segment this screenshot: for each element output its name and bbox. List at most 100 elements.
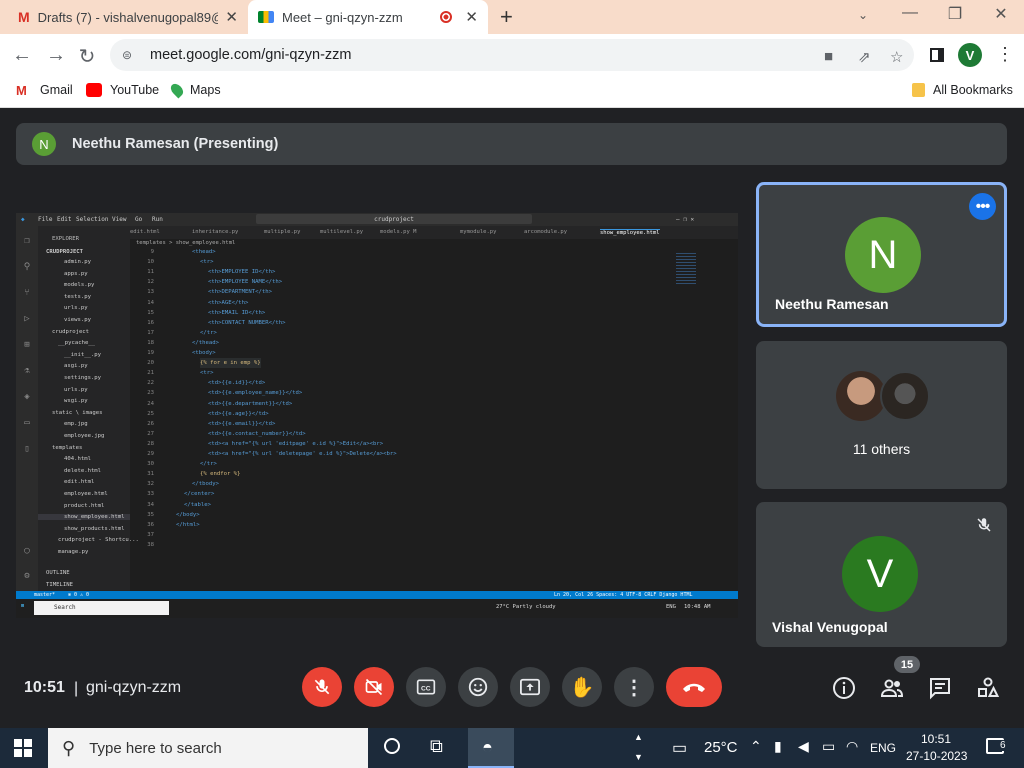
- tab-gmail[interactable]: M Drafts (7) - vishalvenugopal89@ ✕: [8, 0, 248, 34]
- file-item: settings.py: [64, 375, 102, 381]
- participant-tile-self[interactable]: V Vishal Venugopal: [756, 502, 1007, 647]
- scroll-up-icon[interactable]: ▲: [634, 732, 643, 742]
- battery-icon[interactable]: ▭: [822, 738, 835, 755]
- new-tab-icon[interactable]: +: [500, 4, 513, 30]
- line-number: 18: [147, 339, 154, 346]
- presenter-bar: N Neethu Ramesan (Presenting): [16, 123, 1007, 165]
- back-icon[interactable]: ←: [10, 44, 34, 67]
- wifi-icon[interactable]: ◠: [846, 738, 858, 755]
- hand-icon: ✋: [569, 676, 595, 699]
- bookmark-star-icon[interactable]: ☆: [890, 48, 903, 66]
- mic-toggle-button[interactable]: [302, 667, 342, 707]
- more-options-button[interactable]: ⋮: [614, 667, 654, 707]
- cortana-icon[interactable]: [384, 738, 400, 754]
- windows-start-icon[interactable]: [14, 739, 32, 757]
- bookmark-maps[interactable]: Maps: [168, 81, 221, 99]
- people-icon[interactable]: [880, 676, 904, 700]
- participant-tile-presenter[interactable]: ••• N Neethu Ramesan: [756, 182, 1007, 327]
- task-view-icon[interactable]: ⧉: [430, 736, 443, 757]
- taskbar-app-active[interactable]: ◓: [468, 728, 514, 768]
- line-number: 10: [147, 259, 154, 266]
- more-options-icon[interactable]: •••: [969, 193, 996, 220]
- shared-screen[interactable]: ◆ File Edit Selection View Go Run crudpr…: [16, 213, 738, 618]
- captions-button[interactable]: CC: [406, 667, 446, 707]
- line-number: 13: [147, 289, 154, 296]
- file-item: models.py: [64, 282, 95, 289]
- chat-icon[interactable]: [928, 676, 952, 700]
- volume-icon[interactable]: ◀: [798, 738, 809, 755]
- close-window-icon[interactable]: ✕: [986, 4, 1016, 24]
- shared-taskbar: ⊞ Search 27°C Partly cloudy ENG 10:48 AM: [16, 599, 738, 618]
- forward-icon[interactable]: →: [44, 44, 68, 67]
- taskbar-time[interactable]: 10:51: [921, 732, 951, 746]
- file-item: admin.py: [64, 259, 91, 265]
- weather-icon[interactable]: ▭: [672, 738, 687, 758]
- activities-icon[interactable]: [976, 676, 1000, 700]
- testing-icon: ⚗: [24, 366, 30, 376]
- close-tab-icon[interactable]: ✕: [465, 8, 478, 26]
- language-indicator[interactable]: ENG: [870, 741, 896, 755]
- close-tab-icon[interactable]: ✕: [225, 8, 238, 26]
- bookmark-label: YouTube: [110, 83, 160, 97]
- windows-search-box[interactable]: ⚲ Type here to search: [48, 728, 368, 768]
- reactions-button[interactable]: [458, 667, 498, 707]
- file-item: 404.html: [64, 456, 91, 463]
- lang-text: ENG: [666, 604, 676, 610]
- all-bookmarks[interactable]: All Bookmarks: [912, 83, 1013, 97]
- problems-label: ⊗ 0 ⚠ 0: [68, 592, 90, 598]
- meet-icon: [258, 11, 274, 23]
- file-item: edit.html: [64, 479, 95, 486]
- present-button[interactable]: [510, 667, 550, 707]
- share-icon[interactable]: ⇗: [858, 48, 871, 66]
- raise-hand-button[interactable]: ✋: [562, 667, 602, 707]
- mic-icon[interactable]: ▮: [774, 738, 782, 755]
- windows-taskbar: ⚲ Type here to search ⧉ ◓ ▲ ▼ ▭ 25°C ⌃ ▮…: [0, 728, 1024, 768]
- reload-icon[interactable]: ↻: [75, 44, 99, 69]
- camera-toggle-button[interactable]: [354, 667, 394, 707]
- participant-tile-others[interactable]: 11 others: [756, 341, 1007, 489]
- taskbar-temperature[interactable]: 25°C: [704, 739, 738, 756]
- tab-meet[interactable]: Meet – gni-qzyn-zzm ✕: [248, 0, 488, 34]
- separator: |: [74, 680, 79, 697]
- info-icon[interactable]: [832, 676, 856, 700]
- menu-icon[interactable]: ⋮: [996, 44, 1014, 65]
- code-line: <th>DEPARTMENT</th>: [208, 289, 272, 296]
- address-bar[interactable]: ⊜ meet.google.com/gni-qzyn-zzm ■ ⇗ ☆: [110, 39, 914, 71]
- file-item: wsgi.py: [64, 398, 88, 405]
- menu-view: View: [112, 216, 127, 223]
- windows-icon: ⊞: [21, 603, 25, 609]
- code-line: <td>{{e.employee_name}}</td>: [208, 390, 303, 397]
- site-info-icon[interactable]: ⊜: [122, 48, 136, 62]
- code-line: {% for e in emp %}: [200, 358, 261, 369]
- code-editor: 9 <thead> 10 <tr> 11 <th>EMPLOYEE ID</th> 12 <t…: [130, 246, 738, 591]
- scroll-down-icon[interactable]: ▼: [634, 752, 643, 762]
- tab-search-icon[interactable]: ⌄: [848, 8, 878, 22]
- bookmark-youtube[interactable]: YouTube: [86, 83, 159, 97]
- participant-avatar: V: [842, 536, 918, 612]
- leave-call-button[interactable]: [666, 667, 722, 707]
- line-number: 20: [147, 360, 154, 367]
- code-line: <th>AGE</th>: [208, 299, 249, 306]
- file-item: show_employee.html: [38, 514, 130, 521]
- camera-icon[interactable]: ■: [824, 48, 833, 65]
- line-number: 30: [147, 461, 154, 468]
- vscode-logo-icon: ◆: [21, 216, 25, 223]
- code-line: <tr>: [200, 259, 214, 266]
- line-number: 27: [147, 430, 154, 437]
- tab-title: Drafts (7) - vishalvenugopal89@: [37, 9, 218, 25]
- profile-avatar[interactable]: V: [958, 43, 982, 67]
- code-line: </tr>: [200, 329, 217, 336]
- tray-chevron-icon[interactable]: ⌃: [750, 738, 762, 755]
- bookmark-gmail[interactable]: M Gmail: [16, 83, 73, 98]
- participant-name: Vishal Venugopal: [772, 619, 888, 635]
- restore-icon[interactable]: ❐: [940, 4, 970, 24]
- editor-tab: show_employee.html: [600, 229, 660, 236]
- sidepanel-icon[interactable]: [930, 48, 944, 62]
- line-number: 16: [147, 319, 154, 326]
- line-number: 38: [147, 541, 154, 548]
- minimize-icon[interactable]: —: [895, 4, 925, 22]
- code-line: </table>: [184, 501, 211, 508]
- taskbar-date[interactable]: 27-10-2023: [906, 749, 967, 763]
- outline-section: OUTLINE: [46, 570, 70, 576]
- app-icon: ◓: [482, 737, 493, 757]
